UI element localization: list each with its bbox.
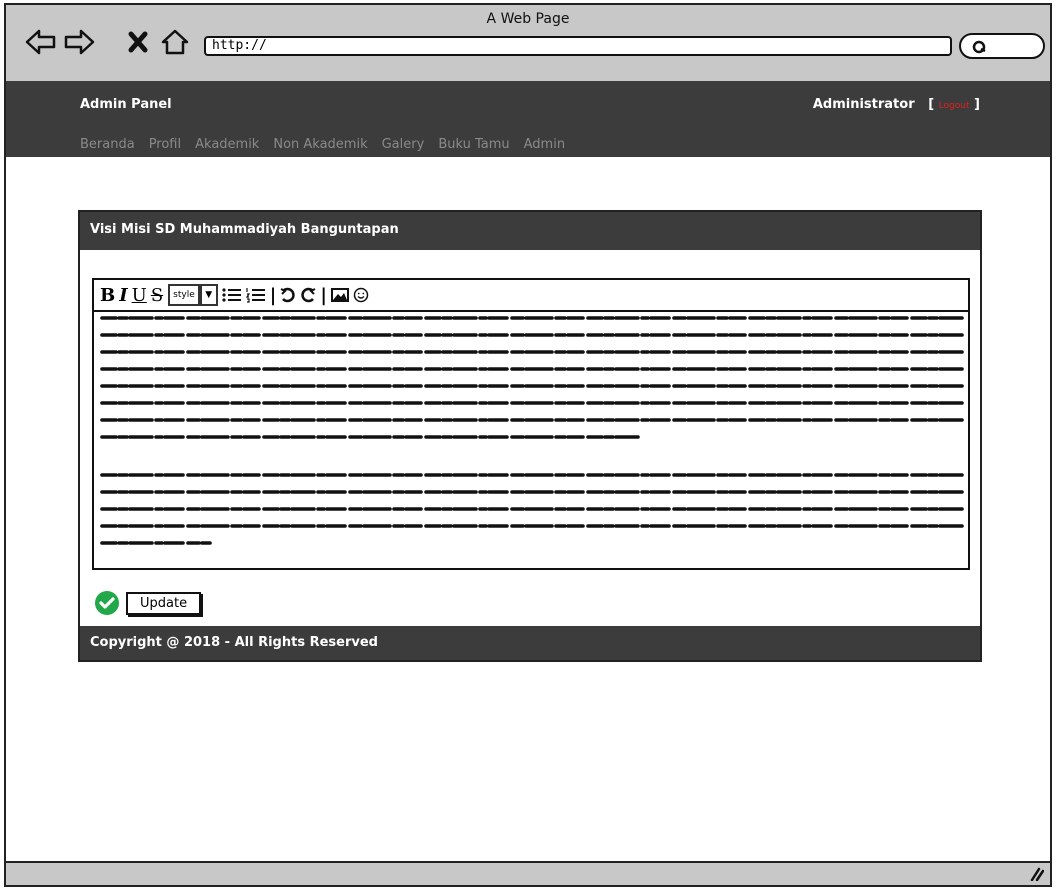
bracket-open: [ xyxy=(928,97,935,112)
bullet-list-icon[interactable] xyxy=(222,287,242,303)
resize-grip-icon[interactable] xyxy=(1028,865,1044,881)
address-bar[interactable]: http:// xyxy=(204,36,952,56)
window-title: A Web Page xyxy=(486,11,570,27)
logout-link[interactable]: Logout xyxy=(939,101,970,111)
update-button[interactable]: Update xyxy=(126,591,202,615)
separator-icon: | xyxy=(269,284,277,306)
status-bar xyxy=(6,861,1050,885)
strikethrough-button[interactable]: S xyxy=(151,285,163,306)
italic-button[interactable]: I xyxy=(119,285,127,306)
main-menu: Beranda Profil Akademik Non Akademik Gal… xyxy=(80,137,565,152)
redo-icon[interactable] xyxy=(300,287,316,303)
emoji-icon[interactable] xyxy=(353,287,369,303)
panel-title: Visi Misi SD Muhammadiyah Banguntapan xyxy=(80,212,980,250)
image-icon[interactable] xyxy=(330,288,349,302)
search-icon xyxy=(972,40,986,54)
check-circle-icon xyxy=(95,591,119,615)
menu-item-admin[interactable]: Admin xyxy=(524,137,565,152)
style-select[interactable]: style xyxy=(168,284,200,306)
user-info: Administrator [ Logout ] xyxy=(813,97,980,112)
panel-footer: Copyright @ 2018 - All Rights Reserved xyxy=(80,626,980,660)
menu-item-galery[interactable]: Galery xyxy=(382,137,425,152)
numbered-list-icon[interactable] xyxy=(245,287,266,303)
admin-header: Admin Panel Administrator [ Logout ] Ber… xyxy=(6,81,1050,157)
browser-window: A Web Page http:// Admin Panel Administr… xyxy=(4,3,1052,887)
menu-item-profil[interactable]: Profil xyxy=(149,137,181,152)
undo-icon[interactable] xyxy=(280,287,296,303)
rich-text-editor[interactable]: B I U S style ▼ | | xyxy=(92,278,970,570)
visi-misi-panel: Visi Misi SD Muhammadiyah Banguntapan B … xyxy=(78,210,982,662)
bold-button[interactable]: B xyxy=(100,285,115,306)
underline-button[interactable]: U xyxy=(132,285,147,306)
menu-item-akademik[interactable]: Akademik xyxy=(195,137,259,152)
update-row: Update xyxy=(94,590,202,616)
forward-arrow-icon[interactable] xyxy=(62,27,96,57)
home-icon[interactable] xyxy=(158,27,192,57)
editor-toolbar: B I U S style ▼ | | xyxy=(94,280,968,312)
menu-item-buku-tamu[interactable]: Buku Tamu xyxy=(438,137,509,152)
brand-title: Admin Panel xyxy=(80,97,172,112)
editor-text-content xyxy=(100,316,964,545)
search-box[interactable] xyxy=(959,33,1045,59)
chevron-down-icon[interactable]: ▼ xyxy=(199,284,218,306)
browser-chrome: A Web Page http:// xyxy=(6,5,1050,83)
close-icon[interactable] xyxy=(122,27,156,57)
bracket-close: ] xyxy=(974,97,980,112)
menu-item-non-akademik[interactable]: Non Akademik xyxy=(273,137,367,152)
separator-icon: | xyxy=(320,284,327,306)
back-arrow-icon[interactable] xyxy=(24,27,58,57)
user-name: Administrator xyxy=(812,97,915,112)
menu-item-beranda[interactable]: Beranda xyxy=(80,137,135,152)
